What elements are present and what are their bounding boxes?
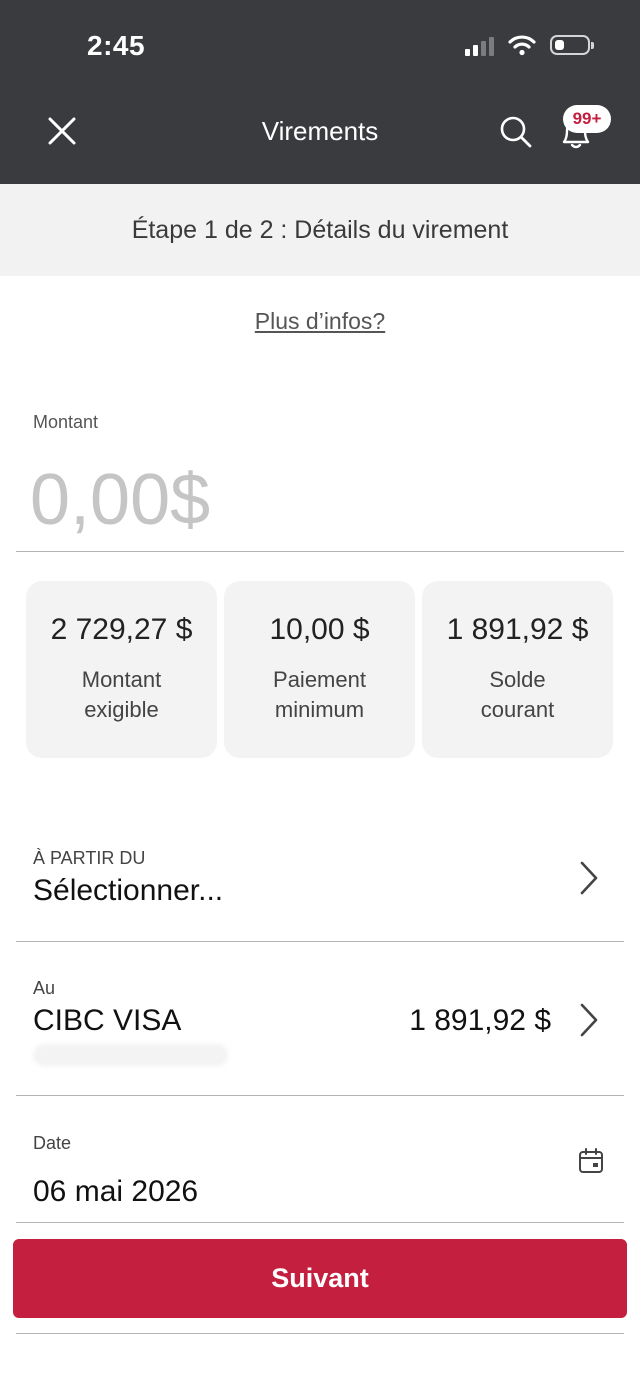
card-value: 2 729,27 $ xyxy=(50,613,193,646)
to-account-select[interactable]: CIBC VISA xyxy=(33,1004,181,1038)
amount-input[interactable] xyxy=(30,460,610,540)
battery-icon xyxy=(550,35,594,55)
card-label: Solde courant xyxy=(480,667,555,722)
to-account-balance: 1 891,92 $ xyxy=(409,1004,551,1037)
date-label: Date xyxy=(33,1133,72,1153)
minimum-payment-card[interactable]: 10,00 $ Paiement minimum xyxy=(224,581,415,758)
page-title: Virements xyxy=(261,116,379,146)
status-time: 2:45 xyxy=(87,30,146,61)
more-info-link[interactable]: Plus d’infos? xyxy=(0,308,640,335)
from-account-select[interactable]: Sélectionner... xyxy=(33,874,223,908)
divider xyxy=(16,941,624,942)
divider xyxy=(16,1095,624,1096)
to-account-label: Au xyxy=(33,978,56,998)
amount-due-card[interactable]: 2 729,27 $ Montant exigible xyxy=(26,581,217,758)
masked-account-number xyxy=(33,1044,228,1066)
from-account-label: À PARTIR DU xyxy=(33,848,146,868)
search-icon[interactable] xyxy=(498,114,534,150)
chevron-right-icon[interactable] xyxy=(578,860,600,896)
amount-options: 2 729,27 $ Montant exigible 10,00 $ Paie… xyxy=(26,581,613,758)
divider xyxy=(16,1222,624,1223)
wifi-icon xyxy=(508,35,536,56)
chevron-right-icon[interactable] xyxy=(578,1002,600,1038)
divider xyxy=(16,1333,624,1334)
card-label: Montant exigible xyxy=(81,667,162,722)
app-header: 2:45 Virements 99+ xyxy=(0,0,640,184)
status-icons xyxy=(465,34,594,56)
card-label: Paiement minimum xyxy=(273,667,366,722)
transfer-page: 2:45 Virements 99+ Étape 1 de 2: Détail… xyxy=(0,0,640,1387)
step-text: Étape 1 de 2 : Détails du virement xyxy=(131,215,509,244)
amount-label: Montant xyxy=(33,412,99,432)
date-field[interactable]: 06 mai 2026 xyxy=(33,1175,198,1209)
calendar-icon[interactable] xyxy=(578,1148,604,1174)
next-button[interactable]: Suivant xyxy=(13,1239,627,1318)
card-value: 1 891,92 $ xyxy=(446,613,589,646)
step-indicator: Étape 1 de 2 : Détails du virement xyxy=(0,184,640,276)
notification-badge: 99+ xyxy=(563,105,611,133)
cellular-signal-icon xyxy=(465,34,494,56)
card-value: 10,00 $ xyxy=(269,613,370,646)
current-balance-card[interactable]: 1 891,92 $ Solde courant xyxy=(422,581,613,758)
divider xyxy=(16,551,624,552)
